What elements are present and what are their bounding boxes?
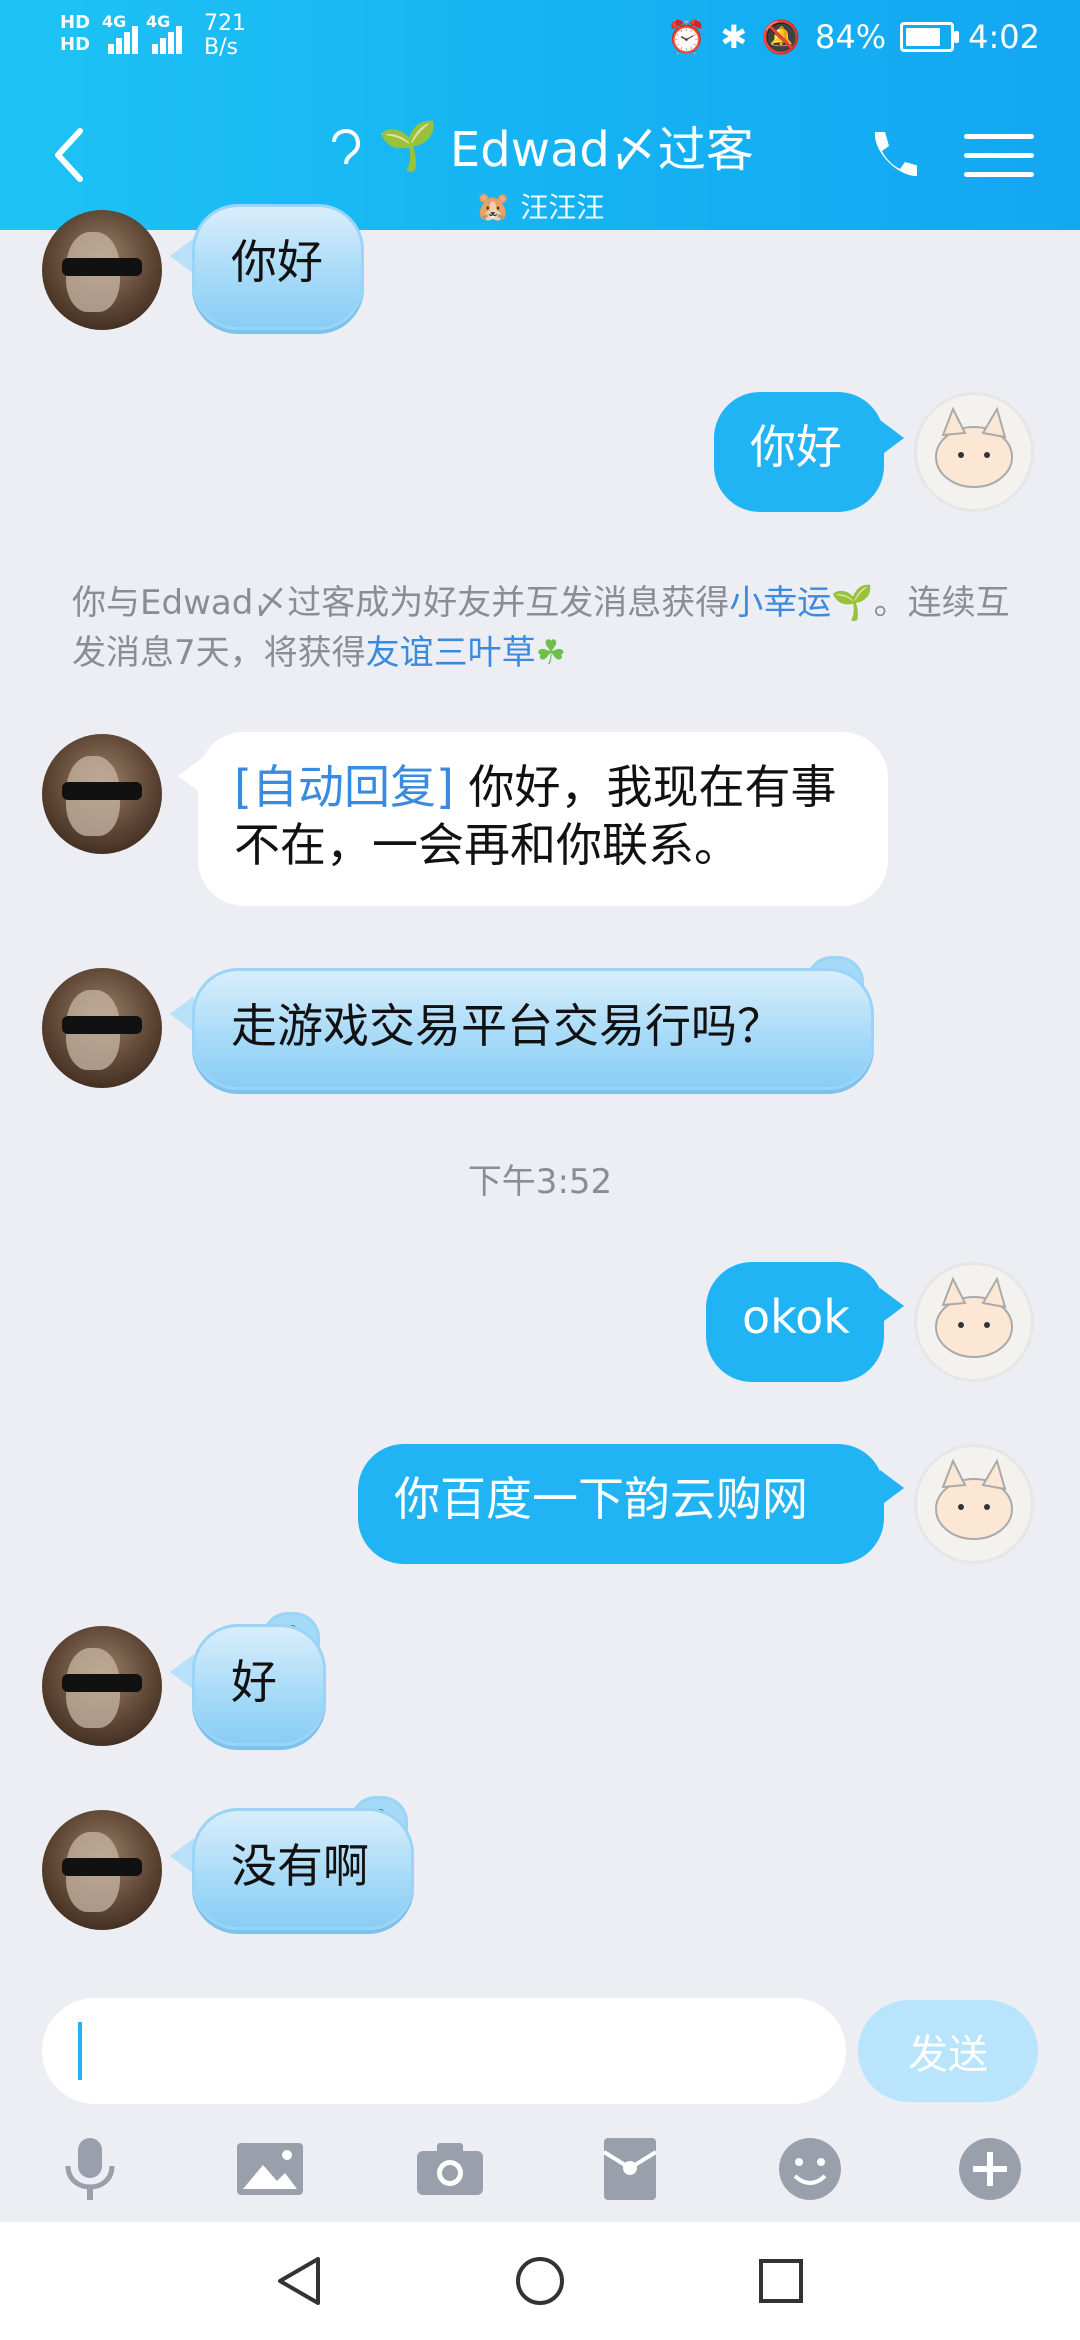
contact-status: 汪汪汪 <box>520 191 605 224</box>
message-text: 你百度一下韵云购网 <box>394 1472 808 1526</box>
message-bubble[interactable]: 你百度一下韵云购网 <box>358 1444 884 1564</box>
alarm-icon: ⏰ <box>666 18 707 56</box>
bluetooth-icon: ✱ <box>720 18 748 56</box>
ear-icon <box>332 129 361 165</box>
camera-button[interactable] <box>405 2124 495 2214</box>
message-text: okok <box>742 1290 850 1344</box>
nav-recent-icon[interactable] <box>756 2256 806 2306</box>
camera-icon <box>417 2143 483 2195</box>
back-icon <box>55 128 83 182</box>
nav-back-icon[interactable] <box>274 2253 324 2309</box>
nav-bar: 🌱 Edwad〆过客 🐹 汪汪汪 <box>0 90 1080 230</box>
avatar-friend[interactable] <box>42 1626 162 1746</box>
auto-reply-tag: [自动回复] <box>234 760 454 814</box>
message-bubble[interactable]: okok <box>706 1262 884 1382</box>
battery-icon <box>900 22 960 52</box>
image-button[interactable] <box>225 2124 315 2214</box>
plus-icon <box>959 2138 1021 2200</box>
avatar-friend[interactable] <box>42 1810 162 1930</box>
input-bar: 发送 <box>0 1990 1080 2220</box>
avatar-friend[interactable] <box>42 210 162 330</box>
image-icon <box>237 2143 303 2195</box>
nav-home-icon[interactable] <box>512 2253 568 2309</box>
message-text: 你好 <box>750 420 842 474</box>
network-rate: 721 B/s <box>204 11 247 60</box>
system-navigation <box>0 2222 1080 2340</box>
avatar-me[interactable] <box>914 392 1034 512</box>
red-packet-button[interactable] <box>585 2124 675 2214</box>
message-bubble[interactable]: 走游戏交易平台交易行吗？ <box>192 968 874 1090</box>
status-bar: HD HD 4G 4G 721 B/s ⏰ ✱ 🔕 84% 4:02 <box>0 0 1080 80</box>
call-icon <box>874 132 917 176</box>
more-button[interactable] <box>945 2124 1035 2214</box>
message-text: 没有啊 <box>231 1839 369 1893</box>
toolbar <box>0 2118 1080 2220</box>
emoji-button[interactable] <box>765 2124 855 2214</box>
avatar-friend[interactable] <box>42 968 162 1088</box>
timestamp: 下午3:52 <box>467 1162 613 1202</box>
dog-icon: 🐹 <box>475 189 511 223</box>
battery-percent: 84% <box>815 18 887 56</box>
message-bubble[interactable]: 好 <box>192 1624 326 1746</box>
avatar-me[interactable] <box>914 1444 1034 1564</box>
lucky-link[interactable]: 小幸运 <box>729 583 831 623</box>
red-packet-icon <box>602 2138 658 2200</box>
text-caret <box>78 2022 82 2080</box>
system-notice: 你与Edwad〆过客成为好友并互发消息获得小幸运🌱。连续互发消息7天，将获得友谊… <box>72 583 1010 673</box>
menu-button[interactable] <box>964 120 1034 190</box>
avatar-me[interactable] <box>914 1262 1034 1382</box>
clock: 4:02 <box>968 18 1040 56</box>
emoji-icon <box>779 2138 841 2200</box>
message-bubble[interactable]: 你好 <box>714 392 884 512</box>
message-text: 你好 <box>231 235 323 289</box>
call-button[interactable] <box>860 120 920 190</box>
back-button[interactable] <box>40 120 100 190</box>
menu-icon <box>964 133 1034 139</box>
message-input[interactable] <box>42 1998 846 2104</box>
contact-name: Edwad〆过客 <box>449 122 754 178</box>
sprout-icon: 🌱 <box>378 117 438 174</box>
message-text: 好 <box>231 1655 277 1709</box>
sprout-icon: 🌱 <box>831 583 874 623</box>
message-bubble[interactable]: 你好 <box>192 204 364 330</box>
message-bubble[interactable]: 没有啊 <box>192 1808 414 1930</box>
header: HD HD 4G 4G 721 B/s ⏰ ✱ 🔕 84% 4:02 🌱 Edw… <box>0 0 1080 230</box>
message-text: 走游戏交易平台交易行吗？ <box>231 999 783 1053</box>
avatar-friend[interactable] <box>42 734 162 854</box>
auto-reply-bubble[interactable]: [自动回复] 你好，我现在有事不在，一会再和你联系。 <box>198 732 888 906</box>
clover-link[interactable]: 友谊三叶草 <box>366 633 536 673</box>
hd-indicator: HD HD <box>60 12 91 55</box>
mic-icon <box>65 2138 115 2200</box>
signal-icon: 4G 4G <box>102 12 192 62</box>
mute-icon: 🔕 <box>761 18 802 56</box>
send-button[interactable]: 发送 <box>858 2000 1038 2102</box>
voice-button[interactable] <box>45 2124 135 2214</box>
clover-icon: ☘ <box>535 633 567 673</box>
